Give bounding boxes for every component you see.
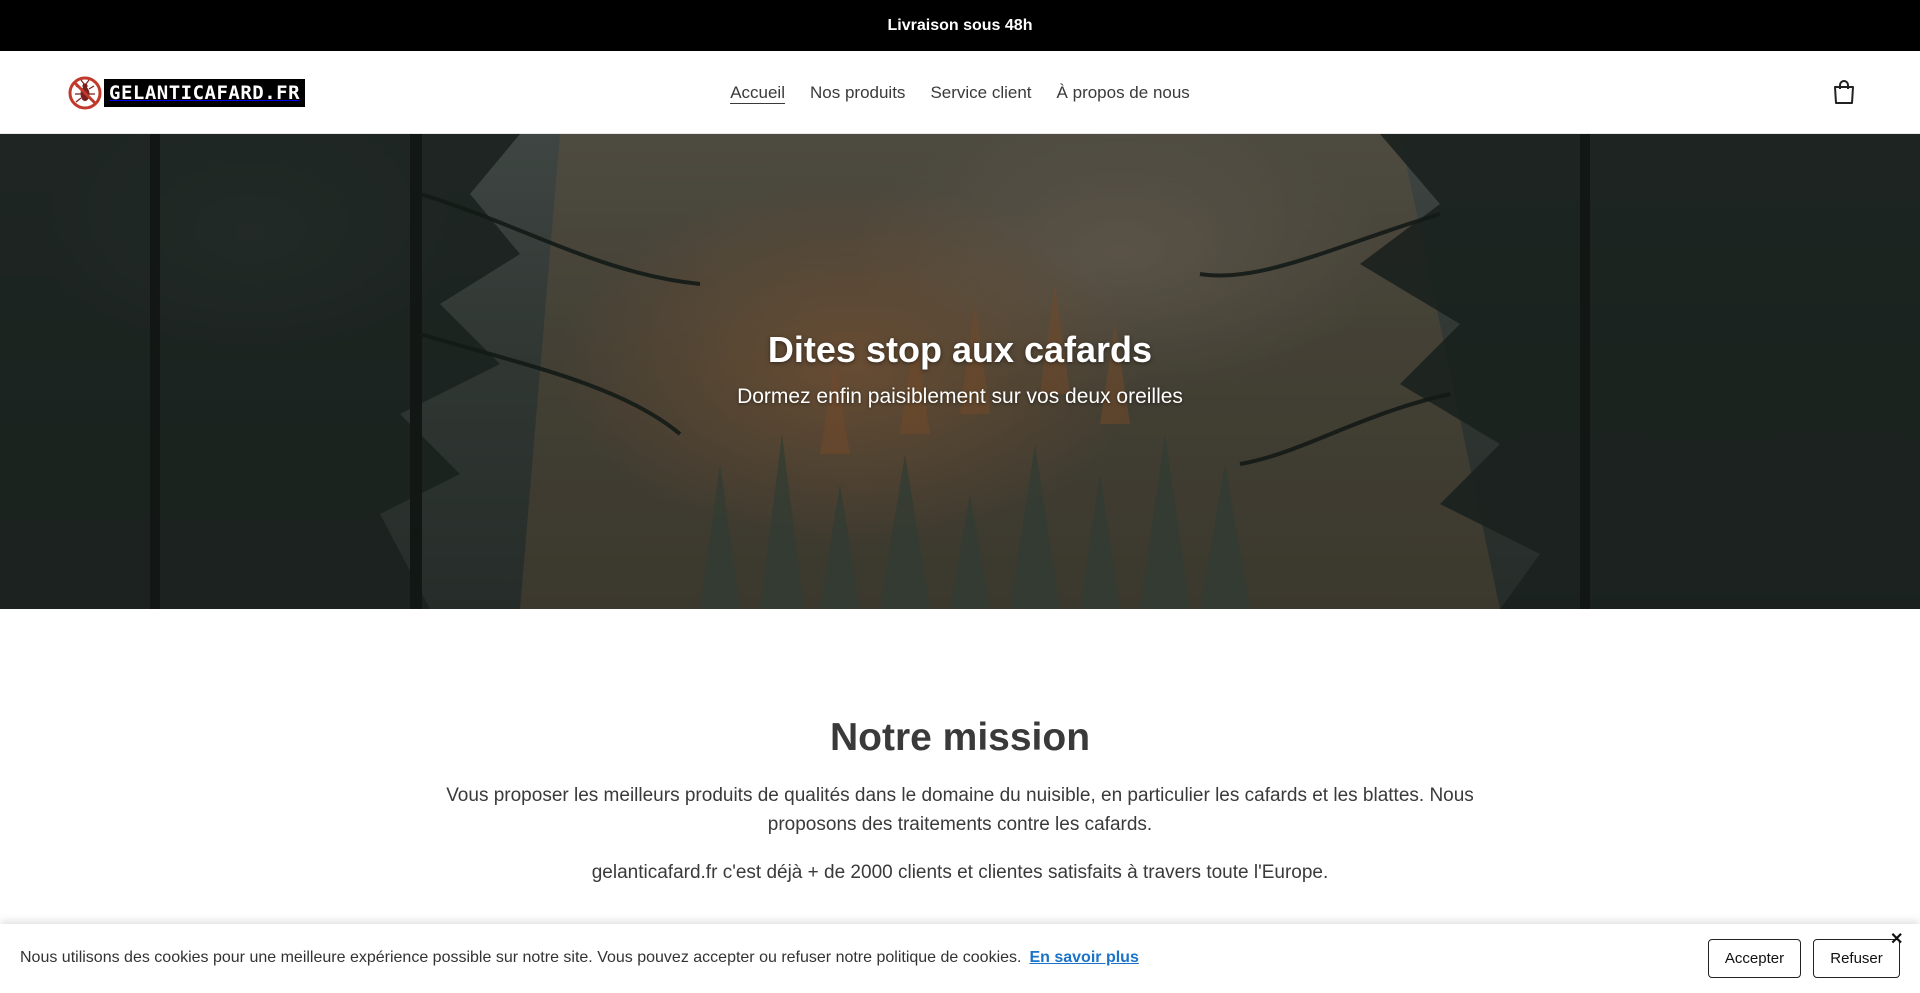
nav-item-label: Nos produits xyxy=(810,82,906,102)
no-cockroach-icon xyxy=(68,76,102,110)
logo-text: GELANTICAFARD.FR xyxy=(104,79,306,107)
nav-item-service-client[interactable]: Service client xyxy=(918,83,1044,103)
mission-title: Notre mission xyxy=(829,716,1091,759)
hero-overlay xyxy=(0,134,1920,609)
cookie-text: Nous utilisons des cookies pour une meil… xyxy=(20,949,1022,966)
refuse-cookies-button[interactable]: Refuser xyxy=(1813,939,1900,978)
nav-item-label: Service client xyxy=(930,82,1032,102)
accept-cookies-button[interactable]: Accepter xyxy=(1708,939,1801,978)
cookie-message: Nous utilisons des cookies pour une meil… xyxy=(20,949,1139,967)
site-logo[interactable]: GELANTICAFARD.FR xyxy=(68,75,306,111)
hero-subtitle: Dormez enfin paisiblement sur vos deux o… xyxy=(737,385,1183,408)
site-header: Accueil Nos produits Service client À pr… xyxy=(0,51,1920,134)
hero-title: Dites stop aux cafards xyxy=(767,329,1153,370)
nav-item-label: Accueil xyxy=(730,82,785,104)
cookie-banner: Nous utilisons des cookies pour une meil… xyxy=(0,924,1920,993)
cart-button[interactable] xyxy=(1832,79,1856,105)
learn-more-link[interactable]: En savoir plus xyxy=(1029,949,1138,966)
nav-item-nos-produits[interactable]: Nos produits xyxy=(798,83,918,103)
nav-item-a-propos[interactable]: À propos de nous xyxy=(1044,83,1202,103)
nav-item-label: À propos de nous xyxy=(1056,82,1190,102)
close-icon[interactable]: ✕ xyxy=(1890,932,1903,948)
hero-banner: Dites stop aux cafards Dormez enfin pais… xyxy=(0,134,1920,609)
announcement-text: Livraison sous 48h xyxy=(887,16,1033,34)
shopping-bag-icon xyxy=(1834,80,1854,104)
mission-clients-paragraph: gelanticafard.fr c'est déjà + de 2000 cl… xyxy=(591,862,1329,883)
mission-paragraph: Vous proposer les meilleurs produits de … xyxy=(446,785,1474,835)
nav-item-accueil[interactable]: Accueil xyxy=(718,82,798,104)
announcement-bar: Livraison sous 48h xyxy=(0,0,1920,51)
